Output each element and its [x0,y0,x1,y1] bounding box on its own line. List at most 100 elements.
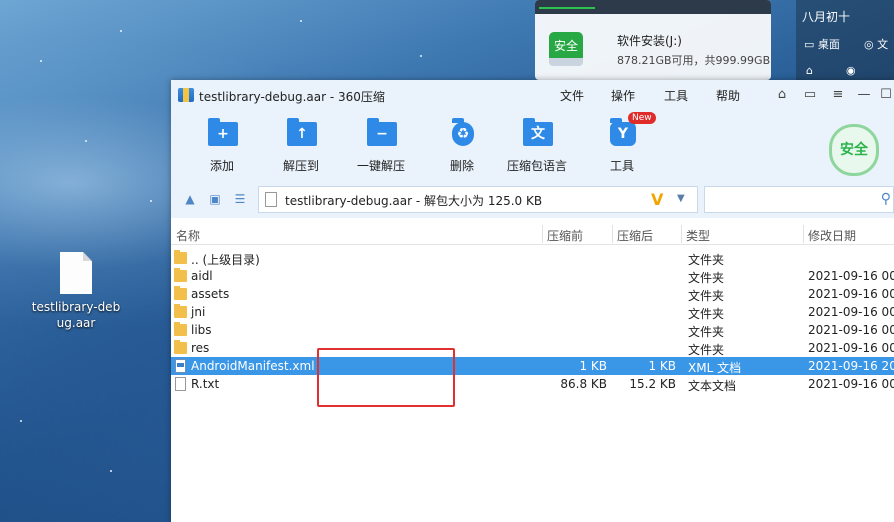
tools-label: 工具 [609,159,634,173]
one-click-extract-label: 一键解压 [356,159,405,173]
menu-tools[interactable]: 工具 [664,87,688,104]
column-packed[interactable]: 压缩前 [547,227,583,244]
table-row[interactable]: assets 文件夹 2021-09-16 00: [171,285,894,303]
file-list: 名称 压缩前 压缩后 类型 修改日期 .. (上级目录) 文件夹 aidl 文件夹 20… [171,223,894,522]
thumbnail-view-icon[interactable]: ▣ [208,192,222,206]
menu-icon[interactable]: ≡ [830,87,846,103]
table-row[interactable]: jni 文件夹 2021-09-16 00: [171,303,894,321]
feedback-icon[interactable]: ▭ [802,87,818,103]
cell-type: 文件夹 [688,307,725,321]
desktop-file-label: testlibrary-debug.aar [31,300,121,330]
star-decoration [85,140,87,142]
folder-icon [174,340,187,354]
folder-icon [174,286,187,300]
minimize-icon[interactable]: — [856,87,872,103]
column-separator[interactable] [803,225,804,243]
add-label: 添加 [209,159,234,173]
star-decoration [120,30,122,32]
path-text: testlibrary-debug.aar - 解包大小为 125.0 KB [285,194,543,208]
list-view-icon[interactable]: ☰ [233,192,247,206]
chevron-down-icon[interactable]: ▼ [677,193,685,204]
up-arrow-icon[interactable]: ▲ [183,192,197,206]
toolbar: + 添加 ↑ 解压到 − 一键解压 ♻ 删除 文 压缩包语言 Y New 工具 [171,110,894,180]
star-decoration [150,200,152,202]
disk-row[interactable]: 安全 软件安装(J:) 878.21GB可用，共999.99GB [535,18,771,80]
tools-icon: Y [610,118,636,146]
cell-type: 文件夹 [688,325,725,339]
cell-unpacked: 1 KB [648,359,676,373]
folder-icon [174,250,187,264]
table-row[interactable]: aidl 文件夹 2021-09-16 00: [171,267,894,285]
search-input[interactable]: ⚲ [704,186,894,213]
disk-usage-bar [539,7,595,9]
table-row[interactable]: res 文件夹 2021-09-16 00: [171,339,894,357]
app-icon [178,88,194,102]
file-icon [60,252,92,294]
column-separator[interactable] [612,225,613,243]
cell-name: jni [191,305,206,319]
doc-shortcut[interactable]: ◎ 文 [864,36,888,52]
delete-button[interactable]: ♻ 删除 [427,118,497,174]
new-badge: New [628,112,656,124]
folder-icon [174,304,187,318]
v-logo-icon[interactable]: V [651,190,663,209]
maximize-icon[interactable]: ☐ [878,87,894,103]
cell-modified: 2021-09-16 00: [808,323,894,337]
column-type[interactable]: 类型 [686,227,710,244]
menu-operate[interactable]: 操作 [611,87,635,104]
doc-shortcut-label: 文 [877,38,889,51]
eye-icon: ◉ [846,64,856,77]
cell-type: 文件夹 [688,253,725,267]
title-bar[interactable]: testlibrary-debug.aar - 360压缩 文件 操作 工具 帮… [171,80,894,110]
cell-modified: 2021-09-16 20: [808,359,894,373]
column-name[interactable]: 名称 [176,227,200,244]
lunar-date: 八月初十 [802,10,851,24]
tools-button[interactable]: Y New 工具 [587,112,657,174]
cell-modified: 2021-09-16 00: [808,377,894,391]
archive-language-button[interactable]: 文 压缩包语言 [502,118,572,174]
cell-name: libs [191,323,212,337]
desktop-file-icon[interactable]: testlibrary-debug.aar [30,252,122,331]
widget-icon: ⌂ [806,64,813,77]
column-separator[interactable] [681,225,682,243]
folder-icon [174,322,187,336]
window-title: testlibrary-debug.aar - 360压缩 [199,90,385,104]
delete-label: 删除 [449,159,474,173]
cell-type: XML 文档 [688,361,742,375]
search-icon[interactable]: ⚲ [881,191,891,207]
cell-modified: 2021-09-16 00: [808,287,894,301]
disk-widget[interactable]: 安全 软件安装(J:) 878.21GB可用，共999.99GB [535,0,771,80]
table-row[interactable]: .. (上级目录) 文件夹 [171,249,894,267]
table-row[interactable]: libs 文件夹 2021-09-16 00: [171,321,894,339]
star-decoration [420,55,422,57]
table-row[interactable]: R.txt 86.8 KB 15.2 KB 文本文档 2021-09-16 00: [171,375,894,393]
cell-name: AndroidManifest.xml [191,359,315,373]
language-icon: 文 [523,118,553,146]
one-click-extract-button[interactable]: − 一键解压 [346,118,416,174]
menu-file[interactable]: 文件 [560,87,584,104]
address-bar: ▲ ▣ ☰ testlibrary-debug.aar - 解包大小为 125.… [171,180,894,218]
column-modified[interactable]: 修改日期 [808,227,856,244]
menu-help[interactable]: 帮助 [716,87,740,104]
extract-to-button[interactable]: ↑ 解压到 [266,118,336,174]
extract-to-icon: ↑ [287,118,317,146]
desktop-shortcut[interactable]: ▭ 桌面 [804,36,840,52]
cell-type: 文件夹 [688,343,725,357]
one-click-extract-icon: − [367,118,397,146]
column-header-row: 名称 压缩前 压缩后 类型 修改日期 [171,223,894,245]
red-annotation-box [317,348,455,407]
table-row[interactable]: AndroidManifest.xml 1 KB 1 KB XML 文档 2021-09… [171,357,894,375]
column-separator[interactable] [542,225,543,243]
skin-icon[interactable]: ⌂ [774,87,790,103]
cell-type: 文件夹 [688,289,725,303]
desktop-shortcut-label: 桌面 [817,38,840,51]
calendar-widget[interactable]: 八月初十 ▭ 桌面 ◎ 文 ⌂ ◉ [796,0,894,80]
delete-icon: ♻ [452,118,474,146]
column-unpacked[interactable]: 压缩后 [617,227,653,244]
add-button[interactable]: + 添加 [187,118,257,174]
path-field[interactable]: testlibrary-debug.aar - 解包大小为 125.0 KB V… [258,186,698,213]
star-decoration [300,20,302,22]
archive-window: testlibrary-debug.aar - 360压缩 文件 操作 工具 帮… [171,80,894,522]
security-shield-icon[interactable]: 安全 [829,124,879,176]
text-file-icon [175,377,186,391]
